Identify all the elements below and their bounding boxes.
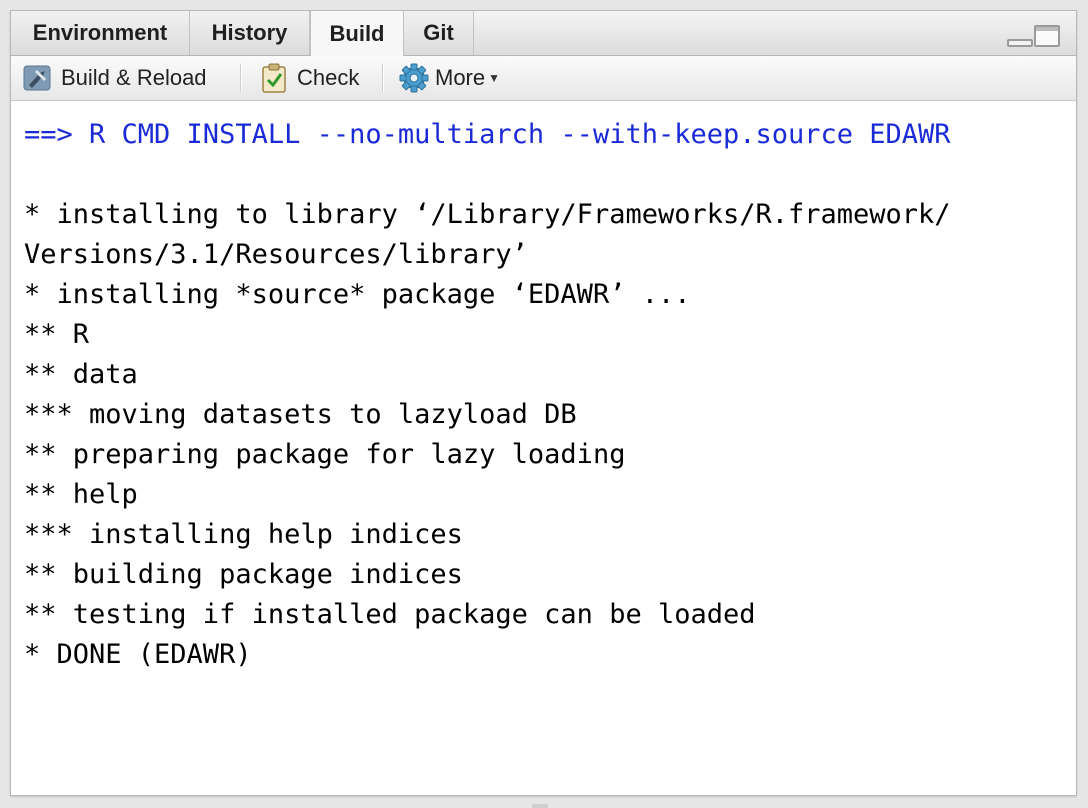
gear-icon [399,63,429,93]
build-toolbar: Build & Reload Check More ▼ [11,56,1076,101]
tab-git[interactable]: Git [404,11,474,55]
console-line: * installing to library ‘/Library/Framew… [24,199,951,230]
console-line: *** moving datasets to lazyload DB [24,399,577,430]
minimize-icon[interactable] [1007,25,1033,47]
console-line: * DONE (EDAWR) [24,639,252,670]
tab-build[interactable]: Build [310,11,404,56]
build-reload-icon [23,63,53,93]
console-line: ** testing if installed package can be l… [24,599,756,630]
check-label: Check [297,65,360,90]
build-reload-button[interactable]: Build & Reload [23,56,207,100]
chevron-down-icon: ▼ [488,71,501,85]
tab-bar: Environment History Build Git [11,11,1076,56]
console-line: Versions/3.1/Resources/library’ [24,239,528,270]
tab-history[interactable]: History [190,11,310,55]
console-line: ** building package indices [24,559,463,590]
pane-resize-grip[interactable] [532,804,548,808]
build-console-output: ==> R CMD INSTALL --no-multiarch --with-… [24,115,1066,675]
console-line: ** preparing package for lazy loading [24,439,626,470]
build-reload-label: Build & Reload [61,65,207,90]
build-pane: Environment History Build Git Build & Re… [10,10,1077,796]
check-button[interactable]: Check [259,56,359,100]
toolbar-divider [382,64,383,92]
console-line: ** R [24,319,90,350]
console-line: ** data [24,359,138,390]
more-label: More [435,65,486,90]
toolbar-divider [240,64,241,92]
more-menu-button[interactable]: More ▼ [399,56,500,100]
console-line: ** help [24,479,138,510]
console-line: * installing *source* package ‘EDAWR’ ..… [24,279,691,310]
tab-environment[interactable]: Environment [11,11,190,55]
maximize-icon[interactable] [1034,25,1060,47]
console-line: *** installing help indices [24,519,463,550]
check-icon [259,63,289,93]
console-command-line: ==> R CMD INSTALL --no-multiarch --with-… [24,119,951,150]
